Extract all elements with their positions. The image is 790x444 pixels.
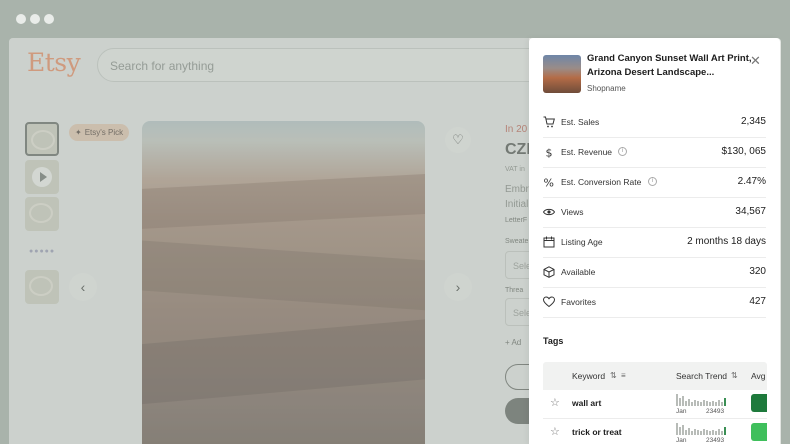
- search-trend-sparkline: [676, 423, 728, 435]
- filter-icon[interactable]: ≡: [621, 371, 626, 380]
- tags-table-header: Keyword ⇅ ≡ Search Trend ⇅ Avg: [543, 362, 767, 390]
- thumbnail-image: [29, 203, 53, 223]
- browser-titlebar: [0, 0, 790, 38]
- metric-label: Est. Revenue: [561, 147, 613, 157]
- metric-row: Available 320: [543, 258, 766, 288]
- metric-row: % Est. Conversion Rate i 2.47%: [543, 168, 766, 198]
- trend-month: Jan: [676, 437, 687, 444]
- option-label: Threa: [505, 287, 524, 294]
- canyon-ridge: [142, 317, 425, 405]
- metric-value: 2,345: [740, 116, 766, 127]
- eye-icon: [543, 208, 555, 216]
- option-label: Sweate: [505, 238, 529, 245]
- info-icon[interactable]: i: [618, 147, 627, 156]
- box-icon: [543, 266, 555, 278]
- thumbnail-1[interactable]: [25, 122, 59, 156]
- chevron-left-icon: ‹: [80, 279, 86, 295]
- metric-label: Favorites: [561, 297, 596, 307]
- thumbnail-more-dots: ●●●●●: [29, 248, 56, 255]
- product-main-image: [142, 121, 425, 444]
- star-icon[interactable]: ☆: [550, 425, 560, 438]
- title-line-2: Initial: [505, 199, 529, 210]
- avg-column-header[interactable]: Avg: [751, 371, 766, 381]
- window-control-dot[interactable]: [44, 14, 54, 24]
- search-input[interactable]: Search for anything: [97, 48, 567, 82]
- sort-icon[interactable]: ⇅: [731, 371, 738, 380]
- play-icon: [32, 167, 52, 187]
- search-trend-sparkline: [676, 394, 728, 406]
- etsys-pick-badge: ✦ Etsy's Pick: [69, 124, 130, 141]
- etsy-logo[interactable]: Etsy: [27, 48, 81, 77]
- avg-indicator: [751, 423, 767, 441]
- window-control-dot[interactable]: [30, 14, 40, 24]
- close-icon[interactable]: ✕: [750, 53, 761, 69]
- calendar-icon: [543, 236, 555, 248]
- svg-text:%: %: [544, 177, 554, 189]
- metric-row: $ Est. Revenue i $130, 065: [543, 138, 766, 168]
- thumbnail-3[interactable]: [25, 197, 59, 231]
- listing-note: LetterF: [505, 217, 528, 224]
- thumbnail-4[interactable]: [25, 270, 59, 304]
- shop-since-text: In 20: [505, 124, 528, 135]
- metric-row: Est. Sales 2,345: [543, 108, 766, 138]
- percent-icon: %: [544, 177, 554, 189]
- metric-label: Est. Sales: [561, 117, 600, 127]
- star-icon[interactable]: ☆: [550, 396, 560, 409]
- next-image-button[interactable]: ›: [444, 273, 472, 301]
- sparkle-icon: ✦: [75, 128, 82, 137]
- sort-icon[interactable]: ⇅: [610, 371, 617, 380]
- window-control-dot[interactable]: [16, 14, 26, 24]
- search-placeholder: Search for anything: [110, 59, 215, 73]
- heart-icon: ♡: [452, 132, 464, 147]
- product-insights-panel: Grand Canyon Sunset Wall Art Print, Ariz…: [529, 38, 780, 444]
- cart-icon: [543, 116, 555, 128]
- prev-image-button[interactable]: ‹: [69, 273, 97, 301]
- svg-text:$: $: [546, 147, 553, 159]
- avg-indicator: [751, 394, 767, 412]
- price-text: CZI: [505, 141, 531, 158]
- metric-value: 34,567: [735, 206, 766, 217]
- product-title: Grand Canyon Sunset Wall Art Print, Ariz…: [587, 53, 752, 78]
- keyword-column-header[interactable]: Keyword: [572, 371, 605, 381]
- search-trend-column-header[interactable]: Search Trend: [676, 371, 727, 381]
- metric-row: Views 34,567: [543, 198, 766, 228]
- tag-keyword: trick or treat: [572, 427, 622, 437]
- tags-heading: Tags: [543, 336, 564, 346]
- chevron-right-icon: ›: [455, 279, 461, 295]
- metric-row: Favorites 427: [543, 288, 766, 318]
- etsys-pick-label: Etsy's Pick: [84, 128, 124, 137]
- product-thumbnail: [543, 55, 581, 93]
- metric-value: $130, 065: [721, 146, 767, 157]
- dollar-icon: $: [546, 147, 553, 159]
- trend-month: Jan: [676, 408, 687, 415]
- metric-value: 2 months 18 days: [687, 236, 766, 247]
- metric-value: 427: [749, 296, 766, 307]
- metric-row: Listing Age 2 months 18 days: [543, 228, 766, 258]
- tag-keyword: wall art: [572, 398, 602, 408]
- thumbnail-image: [31, 130, 55, 150]
- canyon-ridge: [142, 172, 425, 230]
- favorite-button[interactable]: ♡: [445, 127, 471, 153]
- thumbnail-image: [29, 276, 53, 296]
- tag-row: ☆ wall art Jan 23493: [543, 390, 767, 419]
- metric-value: 2.47%: [737, 176, 766, 187]
- metric-label: Est. Conversion Rate: [561, 177, 642, 187]
- trend-count: 23493: [706, 437, 725, 444]
- metric-label: Listing Age: [561, 237, 603, 247]
- metric-label: Available: [561, 267, 596, 277]
- canyon-ridge: [142, 239, 425, 313]
- vat-text: VAT in: [505, 166, 525, 173]
- info-icon[interactable]: i: [648, 177, 657, 186]
- heart-icon: [543, 296, 555, 308]
- thumbnail-video[interactable]: [25, 160, 59, 194]
- shop-name[interactable]: Shopname: [587, 84, 626, 93]
- metric-label: Views: [561, 207, 584, 217]
- tag-row: ☆ trick or treat Jan 23493: [543, 419, 767, 444]
- trend-count: 23493: [706, 408, 725, 415]
- add-personalization-link[interactable]: + Ad: [505, 338, 521, 347]
- metric-value: 320: [749, 266, 766, 277]
